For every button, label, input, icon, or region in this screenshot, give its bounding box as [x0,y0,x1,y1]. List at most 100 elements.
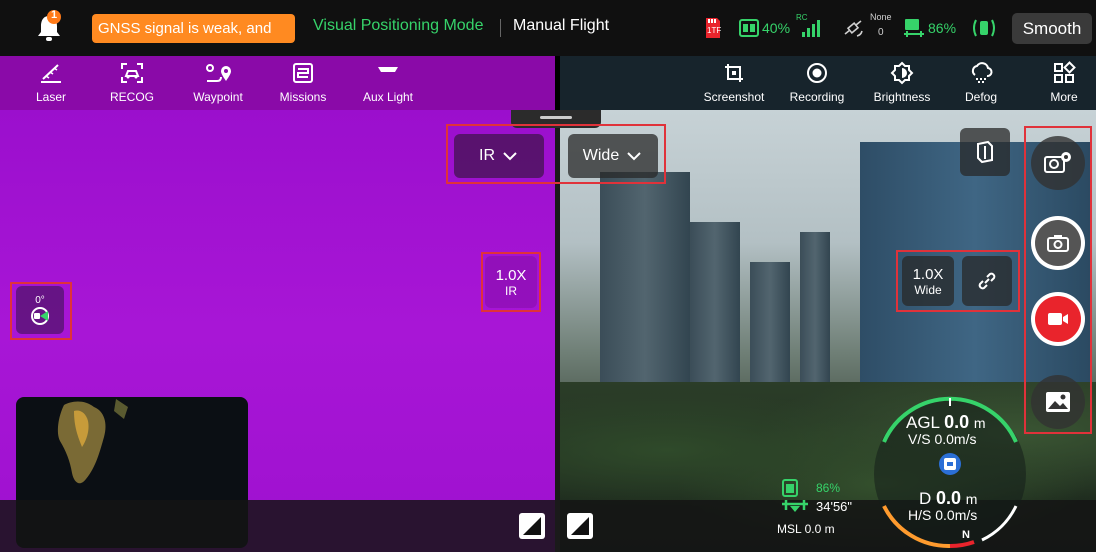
toolbar-aux-light-button[interactable]: Aux Light [358,56,418,110]
toolbar-defog-button[interactable]: Defog [956,56,1006,110]
ir-zoom-value: 1.0X [495,266,527,284]
recog-label: RECOG [110,90,155,104]
ir-zoom-button[interactable]: 1.0X IR [485,256,537,308]
drag-handle-bar [540,116,572,119]
toolbar-laser-button[interactable]: Laser [30,56,72,110]
gallery-button[interactable] [1031,375,1085,429]
layout-switch-icon [977,140,993,164]
photo-mode-inner [1035,220,1081,266]
positioning-mode-label: Visual Positioning Mode [313,17,484,34]
agl-value: 0.0 [944,412,970,432]
sd-card-label: 1TF [707,26,722,35]
gimbal-icon [31,306,49,325]
brightness-label: Brightness [873,90,931,104]
chevron-down-icon [503,152,517,161]
ir-fullscreen-toggle-icon[interactable] [519,513,545,539]
vertical-speed: V/S 0.0m/s [908,431,977,447]
aircraft-battery-icon [904,19,924,37]
toolbar-recog-button[interactable]: RECOG [110,56,154,110]
notification-bell-icon[interactable]: 1 [34,8,64,44]
toolbar-missions-button[interactable]: Missions [278,56,328,110]
layout-switch-button[interactable] [960,128,1010,176]
recording-label: Recording [789,90,845,104]
vision-sensor-status[interactable] [970,13,998,43]
video-camera-icon [1048,313,1068,325]
toolbar-more-button[interactable]: More [1042,56,1086,110]
rc-battery-percent: 86% [816,481,841,495]
ir-lens-dropdown[interactable]: IR [454,134,544,178]
wide-lens-dropdown[interactable]: Wide [568,134,658,178]
laser-label: Laser [35,90,67,104]
photo-mode-button[interactable] [1031,216,1085,270]
distance-readout: D 0.0 m [919,488,977,509]
wide-zoom-sub: Wide [914,282,942,297]
horizontal-speed: H/S 0.0m/s [908,507,978,523]
satellite-icon [844,20,863,37]
aux-light-label: Aux Light [362,90,414,104]
flight-mode-label: Manual Flight [513,17,610,34]
sd-card-status[interactable]: 1TF [704,13,722,43]
toolbar-waypoint-button[interactable]: Waypoint [190,56,246,110]
satellite-status[interactable]: None 0 [842,12,892,43]
satellite-label: None [870,12,892,22]
distance-unit: m [965,491,978,507]
gimbal-angle-button[interactable]: 0° [16,286,64,334]
defog-icon [968,58,994,88]
record-video-button[interactable] [1031,292,1085,346]
left-toolbar: Laser RECOG Waypoint Missions Aux Light [0,56,555,110]
rc-battery-indicator [778,478,814,525]
remote-battery-value: 40% [762,20,791,36]
link-zoom-button[interactable] [962,256,1012,306]
screenshot-icon [722,58,746,88]
rc-aircraft-icon [782,479,808,512]
agl-unit: m [973,415,986,431]
wide-fullscreen-toggle-icon[interactable] [567,513,593,539]
remote-controller-icon [739,19,759,37]
vision-sensor-icon [973,19,995,37]
rc-signal-status[interactable]: RC [796,13,826,43]
remote-battery-status[interactable]: 40% [738,13,790,43]
camera-settings-icon [1044,152,1071,173]
ir-bottom-bar [0,500,555,552]
laser-icon [38,58,64,88]
wide-zoom-button[interactable]: 1.0X Wide [902,256,954,306]
waypoint-icon [203,58,233,88]
satellite-count: 0 [878,27,884,38]
camera-settings-button[interactable] [1031,136,1085,190]
status-bar: 1 GNSS signal is weak, and Visual Positi… [0,0,1096,56]
aircraft-battery-value: 86% [928,20,957,36]
defog-label: Defog [964,90,998,104]
msl-altitude: MSL 0.0 m [777,522,835,536]
gallery-icon [1046,392,1070,412]
recording-icon [805,58,829,88]
flight-time: 34'56" [816,499,853,514]
missions-icon [291,58,315,88]
more-grid-icon [1052,58,1076,88]
link-icon [978,272,996,290]
right-toolbar: Screenshot Recording Brightness Defog Mo… [560,56,1096,110]
distance-value: 0.0 [936,488,962,508]
brightness-icon [890,58,914,88]
distance-label: D [919,489,932,508]
status-divider [500,19,501,37]
missions-label: Missions [279,90,327,104]
toolbar-screenshot-button[interactable]: Screenshot [698,56,770,110]
more-label: More [1050,90,1078,104]
wide-lens-label: Wide [582,147,620,164]
agl-label: AGL [906,413,940,432]
aux-light-icon [375,58,401,88]
record-inner [1035,296,1081,342]
smooth-mode-button[interactable]: Smooth [1012,13,1092,44]
toolbar-recording-button[interactable]: Recording [782,56,852,110]
gimbal-angle-value: 0° [35,294,45,306]
gnss-alert-banner[interactable]: GNSS signal is weak, and [92,14,295,43]
ir-lens-label: IR [479,147,495,164]
screenshot-label: Screenshot [703,90,765,104]
recog-icon [119,58,145,88]
camera-icon [1047,235,1069,252]
rc-label: RC [796,13,808,22]
notification-count: 1 [50,9,58,21]
toolbar-brightness-button[interactable]: Brightness [866,56,938,110]
aircraft-battery-status[interactable]: 86% [902,13,956,43]
agl-readout: AGL 0.0 m [906,412,986,433]
